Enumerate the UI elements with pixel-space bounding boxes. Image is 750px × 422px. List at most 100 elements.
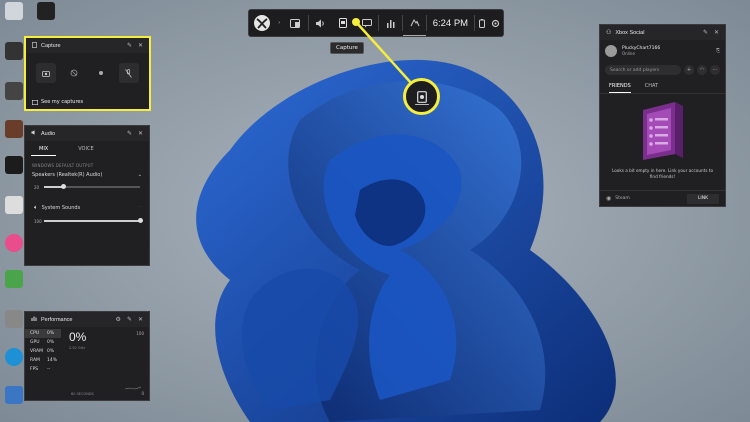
tab-voice[interactable]: VOICE [70,144,101,156]
settings-gear-icon[interactable] [489,10,503,36]
output-device-select[interactable]: Speakers (Realtek(R) Audio) ⌄ [25,172,149,178]
see-my-captures-link[interactable]: See my captures [32,99,83,105]
capture-widget: Capture ✎ ✕ See my captures [24,36,151,111]
performance-title: Performance [41,316,73,323]
record-last-30s-button[interactable] [64,63,84,83]
tab-chat[interactable]: CHAT [645,83,658,93]
capture-widget-icon [32,41,38,50]
desktop-icon-app-1[interactable] [35,2,57,20]
xbox-logo-icon[interactable] [249,10,276,36]
pin-icon[interactable]: ✎ [127,316,132,323]
mic-toggle-button[interactable] [118,63,139,83]
capture-button-magnified [403,78,440,115]
headset-icon[interactable]: ◠ [697,65,707,75]
audio-icon[interactable] [309,10,332,36]
mic-off-icon [125,68,133,78]
game-bar: › 6:24 PM [248,9,504,37]
user-profile[interactable]: PluckyChart7166 Online ⎘ [600,40,725,57]
add-friend-icon[interactable]: + [684,65,694,75]
capture-icon [416,90,427,103]
metric-key: CPU [30,331,40,336]
metric-value: 0% [47,331,55,336]
performance-widget: Performance ⚙ ✎ ✕ CPU 0% GPU 0% VRAM 0% RAM… [24,311,150,401]
pin-icon[interactable]: ✎ [127,130,132,137]
metric-key: FPS [30,367,39,372]
capture-title: Capture [41,42,61,49]
audio-title: Audio [41,130,56,137]
audio-header: Audio ✎ ✕ [25,126,149,141]
link-steam-button[interactable]: LINK [687,193,719,204]
settings-icon[interactable]: ⚙ [116,316,121,323]
capture-header: Capture ✎ ✕ [26,38,149,53]
perf-row-vram[interactable]: VRAM 0% [25,347,61,356]
system-sounds-label: System Sounds [41,205,81,211]
default-output-label: WINDOWS DEFAULT OUTPUT [32,163,94,168]
perf-row-gpu[interactable]: GPU 0% [25,338,61,347]
gallery-icon [32,99,38,105]
output-device-name: Speakers (Realtek(R) Audio) [32,172,103,178]
close-icon[interactable]: ✕ [138,130,143,137]
people-icon: ⚇ [606,29,612,36]
capture-icon[interactable] [332,10,355,36]
more-options-icon[interactable]: ⋯ [710,65,720,75]
desktop-icon-app-2[interactable] [3,42,25,60]
tab-friends[interactable]: FRIENDS [609,83,631,93]
metric-value: 0% [47,349,55,354]
system-sounds-slider[interactable]: 100 [34,218,143,224]
desktop-icon-app-5[interactable] [3,156,25,174]
graph-window-label: 60 SECONDS [71,392,94,396]
perf-graph-line [125,386,141,390]
search-players-input[interactable]: Search or add players [605,65,681,75]
desktop-icon-edge[interactable] [3,348,25,366]
desktop-icon-recycle-bin[interactable] [3,2,25,20]
social-icon[interactable] [355,10,378,36]
slider-knob[interactable] [60,184,66,190]
social-title: Xbox Social [615,29,645,36]
desktop-icon-app-9[interactable] [3,310,25,328]
social-header: ⚇ Xbox Social ✎ ✕ [600,25,725,40]
start-recording-button[interactable] [91,63,111,83]
tab-mix[interactable]: MIX [31,144,57,156]
screenshot-button[interactable] [36,63,56,83]
device-volume-slider[interactable]: 20 [34,184,140,190]
desktop-icon-app-10[interactable] [3,386,25,404]
performance-header: Performance ⚙ ✎ ✕ [25,312,149,327]
record-last-icon [70,69,78,77]
slider-knob[interactable] [137,218,143,224]
empty-friends-illustration [600,100,725,162]
metric-key: GPU [30,340,40,345]
xbox-social-widget: ⚇ Xbox Social ✎ ✕ PluckyChart7166 Online… [599,24,726,207]
performance-icon [31,316,37,323]
close-icon[interactable]: ✕ [138,316,143,323]
more-icon: ⋯ [138,204,142,209]
widget-menu-icon[interactable] [283,10,308,36]
perf-row-fps[interactable]: FPS -- [25,365,61,374]
metric-value: -- [47,367,51,372]
metric-key: VRAM [30,349,43,354]
metric-key: RAM [30,358,40,363]
device-volume-value: 20 [34,184,40,190]
close-icon[interactable]: ✕ [714,29,719,36]
pin-icon[interactable]: ✎ [127,42,132,49]
performance-icon[interactable] [379,10,402,36]
desktop-icon-app-6[interactable] [3,196,25,214]
steam-link-row: ◉ Steam LINK [600,190,725,206]
empty-friends-text: Looks a bit empty in here. Link your acc… [611,168,714,179]
desktop-icon-app-4[interactable] [3,120,25,138]
system-sounds-row: 🔈︎ System Sounds ⋯ [25,204,149,212]
more-chevron-icon[interactable]: › [276,10,283,36]
presence-status: Online [622,51,635,56]
perf-row-cpu[interactable]: CPU 0% [25,329,61,338]
metric-value: 14% [47,358,58,363]
desktop-icon-app-8[interactable] [3,270,25,288]
close-icon[interactable]: ✕ [138,42,143,49]
xbox-icon[interactable] [403,10,427,36]
notification-icon[interactable]: ⎘ [716,48,720,54]
pin-icon[interactable]: ✎ [703,29,708,36]
clock-text: 6:24 PM [432,17,469,29]
metric-value: 0% [47,340,55,345]
desktop-icon-app-7[interactable] [3,234,25,252]
desktop-icon-app-3[interactable] [3,82,25,100]
capture-tooltip: Capture [330,42,364,54]
perf-row-ram[interactable]: RAM 14% [25,356,61,365]
